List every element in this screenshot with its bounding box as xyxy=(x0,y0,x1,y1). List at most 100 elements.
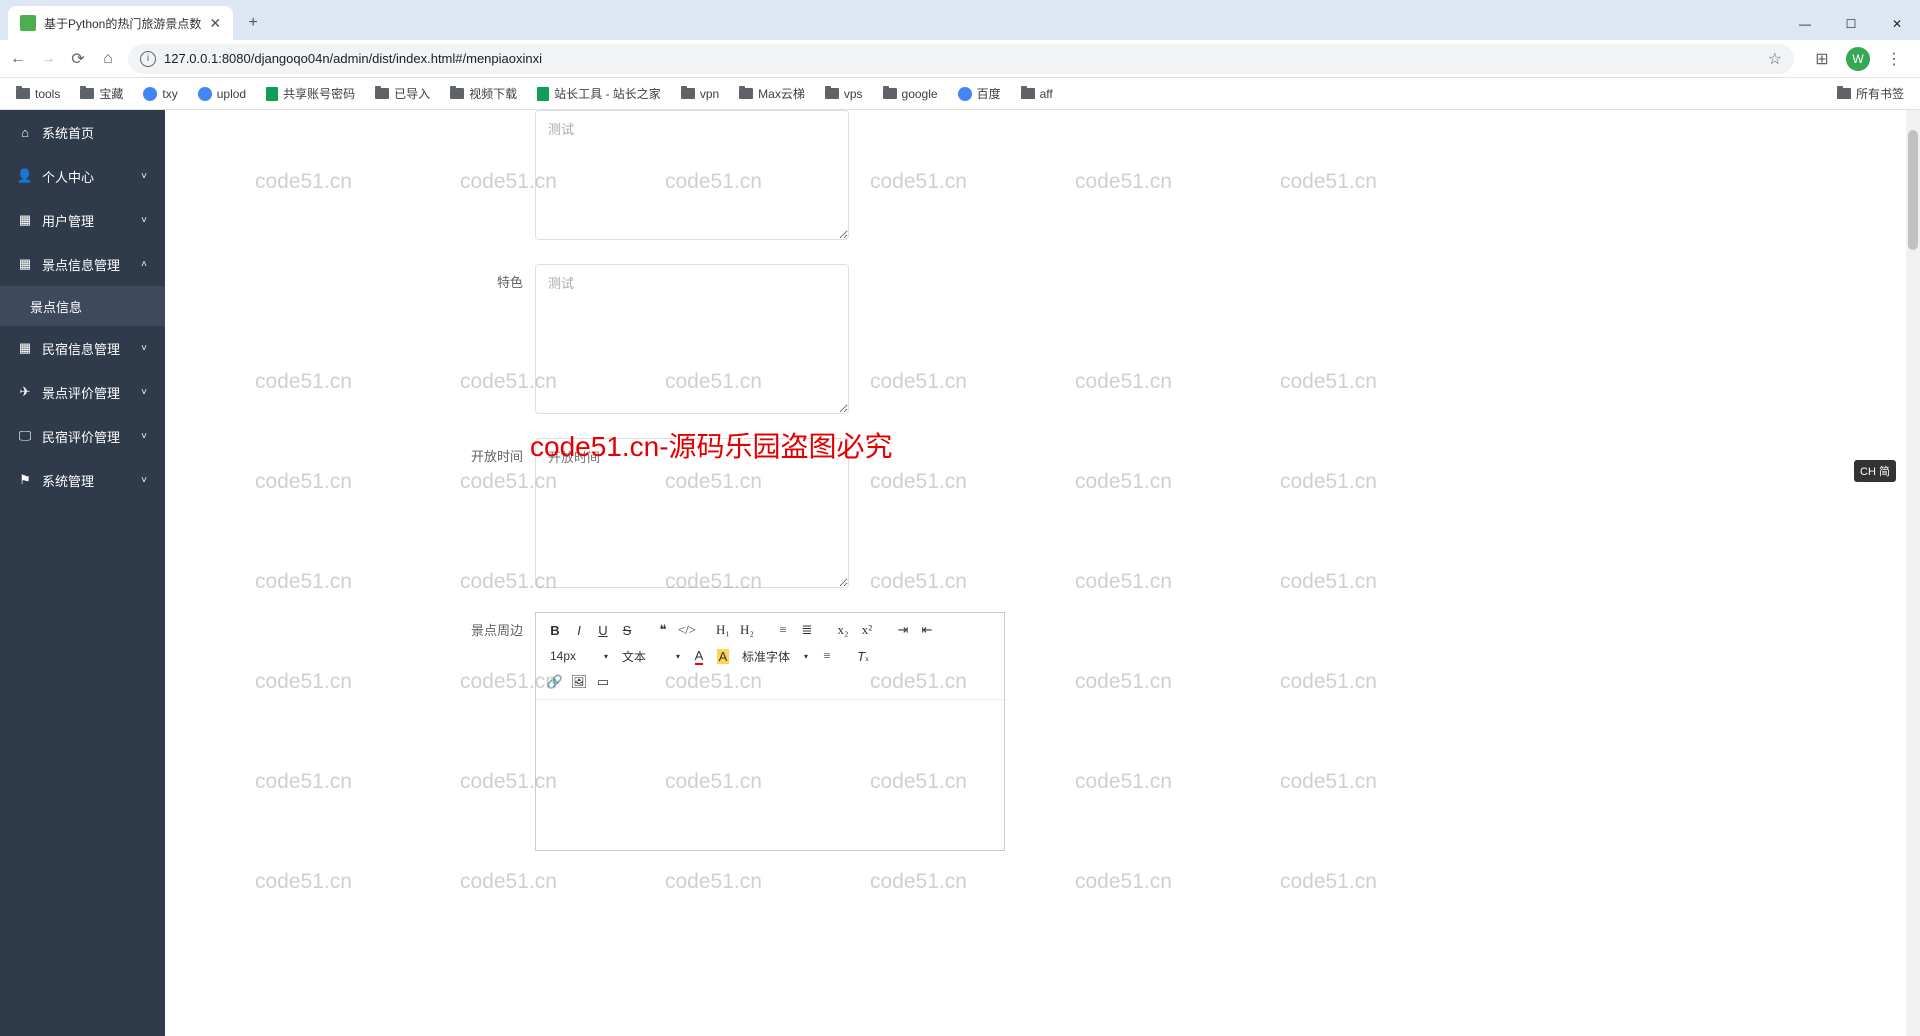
scrollbar-thumb[interactable] xyxy=(1908,130,1918,250)
bookmark-item[interactable]: 站长工具 - 站长之家 xyxy=(529,81,669,106)
window-maximize-button[interactable]: ☐ xyxy=(1828,8,1874,40)
menu-label: 民宿信息管理 xyxy=(42,339,120,358)
align-button[interactable]: ≡ xyxy=(816,645,838,667)
bookmark-label: 宝藏 xyxy=(99,85,123,102)
bookmark-item[interactable]: aff xyxy=(1013,83,1061,105)
sidebar-item-0[interactable]: ⌂系统首页 xyxy=(0,110,165,154)
sidebar-item-2[interactable]: ▦用户管理˅ xyxy=(0,198,165,242)
folder-icon xyxy=(16,88,30,99)
scrollbar-track[interactable] xyxy=(1906,110,1920,1036)
code-button[interactable]: </> xyxy=(676,619,698,641)
sidebar-item-6[interactable]: 🖵民宿评价管理˅ xyxy=(0,414,165,458)
address-bar: ← → ⟳ ⌂ i 127.0.0.1:8080/djangoqo04n/adm… xyxy=(0,40,1920,78)
bookmark-item[interactable]: 已导入 xyxy=(367,81,438,106)
video-button[interactable]: ▭ xyxy=(592,671,614,693)
ul-button[interactable]: ≣ xyxy=(796,619,818,641)
image-button[interactable]: 🖼 xyxy=(568,671,590,693)
nav-home-icon[interactable]: ⌂ xyxy=(98,49,118,69)
underline-button[interactable]: U xyxy=(592,619,614,641)
extensions-icon[interactable]: ⊞ xyxy=(1812,49,1832,69)
window-close-button[interactable]: ✕ xyxy=(1874,8,1920,40)
all-bookmarks-button[interactable]: 所有书签 xyxy=(1829,81,1912,106)
circle-icon xyxy=(958,87,972,101)
italic-button[interactable]: I xyxy=(568,619,590,641)
menu-icon[interactable]: ⋮ xyxy=(1884,49,1904,69)
editor-content[interactable] xyxy=(536,700,1004,850)
fontsize-select[interactable]: 14px▾ xyxy=(544,649,614,663)
strike-button[interactable]: S xyxy=(616,619,638,641)
fontfamily-select[interactable]: 标准字体▾ xyxy=(736,648,814,665)
bookmark-label: 已导入 xyxy=(394,85,430,102)
site-info-icon[interactable]: i xyxy=(140,51,156,67)
menu-icon: 👤 xyxy=(18,169,32,183)
bold-button[interactable]: B xyxy=(544,619,566,641)
sidebar-item-3[interactable]: ▦ 景点信息管理 ˄ xyxy=(0,242,165,286)
sidebar-item-4[interactable]: ▦民宿信息管理˅ xyxy=(0,326,165,370)
bookmark-item[interactable]: vps xyxy=(817,83,871,105)
menu-icon: 🖵 xyxy=(18,429,32,443)
bookmark-item[interactable]: 共享账号密码 xyxy=(258,81,363,106)
browser-tab[interactable]: 基于Python的热门旅游景点数 ✕ xyxy=(8,6,233,40)
bgcolor-button[interactable]: A xyxy=(712,645,734,667)
menu-icon: ▦ xyxy=(18,257,32,271)
feature-textarea[interactable] xyxy=(535,264,849,414)
sidebar-item-5[interactable]: ✈景点评价管理˅ xyxy=(0,370,165,414)
url-input[interactable]: i 127.0.0.1:8080/djangoqo04n/admin/dist/… xyxy=(128,44,1794,74)
folder-icon xyxy=(681,88,695,99)
sidebar-item-1[interactable]: 👤个人中心˅ xyxy=(0,154,165,198)
subscript-button[interactable]: x₂ xyxy=(832,619,854,641)
bookmark-star-icon[interactable]: ☆ xyxy=(1768,49,1782,69)
window-controls: — ☐ ✕ xyxy=(1782,8,1920,40)
h1-button[interactable]: H₁ xyxy=(712,619,734,641)
tab-title: 基于Python的热门旅游景点数 xyxy=(44,15,201,32)
tab-close-icon[interactable]: ✕ xyxy=(209,15,221,32)
textcolor-button[interactable]: A xyxy=(688,645,710,667)
nav-forward-icon[interactable]: → xyxy=(38,49,58,69)
menu-icon: ⌂ xyxy=(18,125,32,139)
form-panel: 描述 特色 开放时间 景点周边 B I U xyxy=(165,110,1920,1036)
blocktype-select[interactable]: 文本▾ xyxy=(616,648,686,665)
sidebar-subitem[interactable]: 景点信息 xyxy=(0,286,165,326)
bookmark-item[interactable]: 视频下载 xyxy=(442,81,525,106)
chevron-icon: ˄ xyxy=(141,259,147,270)
h2-button[interactable]: H₂ xyxy=(736,619,758,641)
bookmark-item[interactable]: uplod xyxy=(190,83,254,105)
bookmark-item[interactable]: vpn xyxy=(673,83,727,105)
bookmark-item[interactable]: tools xyxy=(8,83,68,105)
bookmark-label: Max云梯 xyxy=(758,85,805,102)
nav-back-icon[interactable]: ← xyxy=(8,49,28,69)
bookmark-item[interactable]: 百度 xyxy=(950,81,1009,106)
folder-icon xyxy=(450,88,464,99)
window-minimize-button[interactable]: — xyxy=(1782,8,1828,40)
opentime-textarea[interactable] xyxy=(535,438,849,588)
quote-button[interactable]: ❝ xyxy=(652,619,674,641)
doc-icon xyxy=(266,87,278,101)
bookmark-item[interactable]: 宝藏 xyxy=(72,81,131,106)
chevron-icon: ˅ xyxy=(141,387,147,398)
superscript-button[interactable]: x² xyxy=(856,619,878,641)
desc-textarea[interactable] xyxy=(535,110,849,240)
menu-label: 景点评价管理 xyxy=(42,383,120,402)
content-area: code51.cncode51.cncode51.cncode51.cncode… xyxy=(165,110,1920,1036)
ime-badge[interactable]: CH 简 xyxy=(1854,460,1896,482)
new-tab-button[interactable]: + xyxy=(239,9,267,37)
folder-icon xyxy=(375,88,389,99)
menu-label: 系统管理 xyxy=(42,471,94,490)
chevron-icon: ˅ xyxy=(141,215,147,226)
link-button[interactable]: 🔗 xyxy=(544,671,566,693)
circle-icon xyxy=(143,87,157,101)
ol-button[interactable]: ≡ xyxy=(772,619,794,641)
indent-button[interactable]: ⇥ xyxy=(892,619,914,641)
bookmark-item[interactable]: txy xyxy=(135,83,185,105)
bookmark-item[interactable]: google xyxy=(875,83,946,105)
bookmark-item[interactable]: Max云梯 xyxy=(731,81,813,106)
sidebar-item-7[interactable]: ⚑系统管理˅ xyxy=(0,458,165,502)
nav-reload-icon[interactable]: ⟳ xyxy=(68,49,88,69)
outdent-button[interactable]: ⇤ xyxy=(916,619,938,641)
tab-favicon xyxy=(20,15,36,31)
folder-icon xyxy=(80,88,94,99)
profile-avatar[interactable]: W xyxy=(1846,47,1870,71)
clearformat-button[interactable]: Tₓ xyxy=(852,645,874,667)
all-bookmarks-label: 所有书签 xyxy=(1856,85,1904,102)
menu-label: 景点信息管理 xyxy=(42,255,120,274)
